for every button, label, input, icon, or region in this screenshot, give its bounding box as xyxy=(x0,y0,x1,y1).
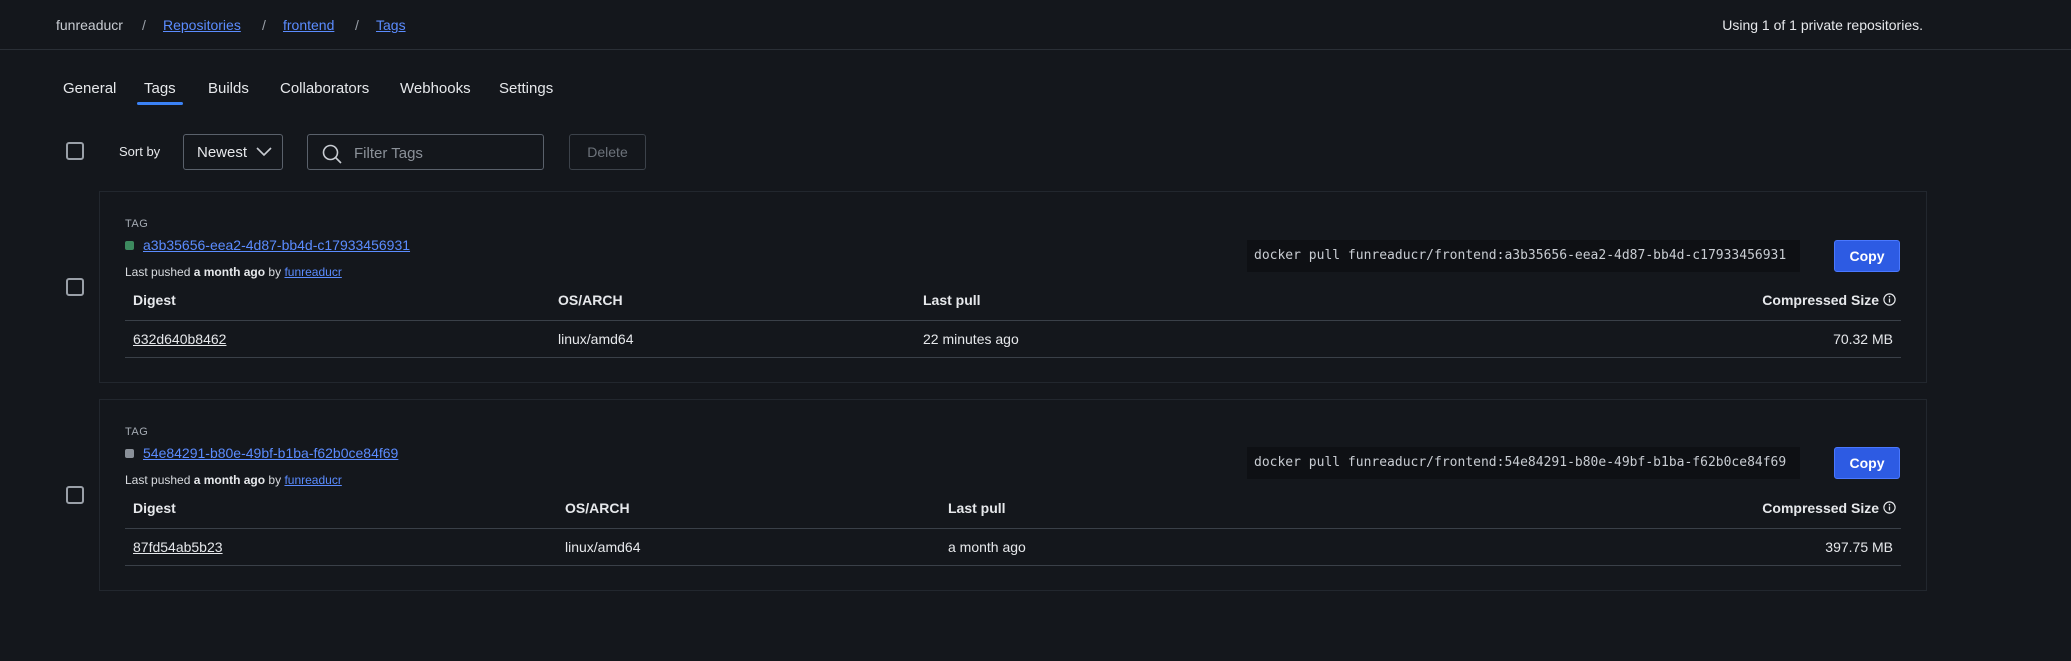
column-header-os-arch: OS/ARCH xyxy=(558,292,623,308)
tab-settings[interactable]: Settings xyxy=(499,80,553,97)
sort-select[interactable]: Newest xyxy=(183,134,283,170)
pushed-when: a month ago xyxy=(193,265,266,279)
tab-webhooks[interactable]: Webhooks xyxy=(400,80,471,97)
chevron-down-icon xyxy=(256,147,272,157)
sort-label: Sort by xyxy=(119,144,161,159)
copy-button[interactable]: Copy xyxy=(1834,240,1900,272)
pushed-prefix: Last pushed xyxy=(125,265,191,279)
table-divider xyxy=(125,528,1901,529)
info-icon[interactable] xyxy=(1883,293,1896,306)
tab-collaborators[interactable]: Collaborators xyxy=(280,80,369,97)
column-header-last-pull: Last pull xyxy=(923,292,981,308)
tag-card: TAG a3b35656-eea2-4d87-bb4d-c17933456931… xyxy=(99,191,1927,383)
breadcrumb-separator: / xyxy=(142,17,146,33)
usage-text: Using 1 of 1 private repositories. xyxy=(1722,17,1923,33)
tag-checkbox[interactable] xyxy=(66,278,84,296)
tab-builds[interactable]: Builds xyxy=(208,80,249,97)
filter-tags-input[interactable] xyxy=(352,141,536,165)
copy-button[interactable]: Copy xyxy=(1834,447,1900,479)
digest-link[interactable]: 87fd54ab5b23 xyxy=(133,539,223,555)
tag-label: TAG xyxy=(125,218,149,230)
os-arch-value: linux/amd64 xyxy=(565,539,641,555)
breadcrumb-separator: / xyxy=(355,17,359,33)
column-header-last-pull: Last pull xyxy=(948,500,1006,516)
column-header-os-arch: OS/ARCH xyxy=(565,500,630,516)
delete-button[interactable]: Delete xyxy=(569,134,646,170)
last-pull-value: 22 minutes ago xyxy=(923,331,1019,347)
table-divider xyxy=(125,357,1901,358)
active-tab-indicator xyxy=(137,102,183,105)
breadcrumb-repositories-link[interactable]: Repositories xyxy=(163,17,241,33)
tag-label: TAG xyxy=(125,426,149,438)
tag-status-dot xyxy=(125,449,134,458)
pushed-by-user-link[interactable]: funreaducr xyxy=(284,265,341,279)
filter-tags-field[interactable] xyxy=(307,134,544,170)
tag-card: TAG 54e84291-b80e-49bf-b1ba-f62b0ce84f69… xyxy=(99,399,1927,591)
compressed-size-value: 70.32 MB xyxy=(1833,331,1893,347)
pushed-by-word: by xyxy=(268,473,282,487)
column-header-compressed-size: Compressed Size xyxy=(1762,292,1896,308)
table-divider xyxy=(125,320,1901,321)
last-pushed-text: Last pushed a month ago by funreaducr xyxy=(125,473,342,487)
tab-general[interactable]: General xyxy=(63,80,116,97)
column-header-digest: Digest xyxy=(133,500,176,516)
pushed-when: a month ago xyxy=(193,473,266,487)
last-pull-value: a month ago xyxy=(948,539,1026,555)
table-divider xyxy=(125,565,1901,566)
tab-tags[interactable]: Tags xyxy=(144,80,176,97)
os-arch-value: linux/amd64 xyxy=(558,331,634,347)
pushed-prefix: Last pushed xyxy=(125,473,191,487)
breadcrumb-frontend-link[interactable]: frontend xyxy=(283,17,334,33)
last-pushed-text: Last pushed a month ago by funreaducr xyxy=(125,265,342,279)
tag-status-dot xyxy=(125,241,134,250)
breadcrumb-separator: / xyxy=(262,17,266,33)
compressed-size-label: Compressed Size xyxy=(1762,292,1879,308)
breadcrumb-org: funreaducr xyxy=(56,17,123,33)
column-header-digest: Digest xyxy=(133,292,176,308)
info-icon[interactable] xyxy=(1883,501,1896,514)
breadcrumb-tags-link[interactable]: Tags xyxy=(376,17,406,33)
digest-link[interactable]: 632d640b8462 xyxy=(133,331,226,347)
search-icon xyxy=(322,144,342,164)
tag-checkbox[interactable] xyxy=(66,486,84,504)
sort-select-value: Newest xyxy=(197,144,248,161)
pull-command: docker pull funreaducr/frontend:a3b35656… xyxy=(1247,240,1800,272)
pull-command: docker pull funreaducr/frontend:54e84291… xyxy=(1247,447,1800,479)
pushed-by-word: by xyxy=(268,265,282,279)
top-bar: funreaducr / Repositories / frontend / T… xyxy=(0,0,2071,50)
pushed-by-user-link[interactable]: funreaducr xyxy=(284,473,341,487)
column-header-compressed-size: Compressed Size xyxy=(1762,500,1896,516)
tag-name-link[interactable]: 54e84291-b80e-49bf-b1ba-f62b0ce84f69 xyxy=(143,445,398,461)
select-all-checkbox[interactable] xyxy=(66,142,84,160)
compressed-size-value: 397.75 MB xyxy=(1825,539,1893,555)
compressed-size-label: Compressed Size xyxy=(1762,500,1879,516)
tag-name-link[interactable]: a3b35656-eea2-4d87-bb4d-c17933456931 xyxy=(143,237,410,253)
